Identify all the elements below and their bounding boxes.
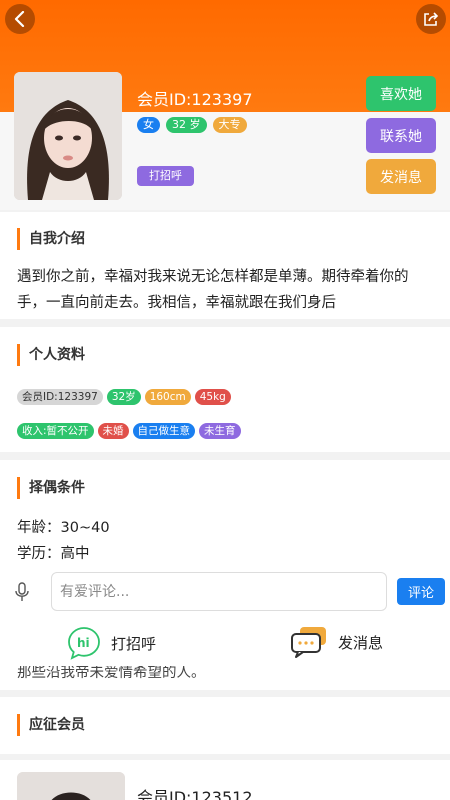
intro-title: 自我介绍: [17, 228, 85, 250]
avatar-photo: [14, 72, 122, 200]
partner-title: 择偶条件: [17, 477, 85, 499]
action-message[interactable]: 发消息: [290, 626, 383, 658]
personal-section: 个人资料 会员ID:123397 32岁 160cm 45kg 收入:暂不公开 …: [0, 327, 450, 452]
applicant-card[interactable]: 会员ID:123512: [0, 760, 450, 800]
action-greet[interactable]: hi 打招呼: [67, 626, 156, 660]
applicant-photo: [17, 772, 125, 800]
like-button[interactable]: 喜欢她: [366, 76, 436, 111]
share-icon: [424, 12, 439, 26]
avatar[interactable]: [14, 72, 122, 200]
comment-bar: 评论: [0, 566, 450, 618]
gender-tag: 女: [137, 117, 160, 133]
children-tag: 未生育: [199, 423, 241, 439]
occupation-tag: 自己做生意: [132, 423, 196, 439]
age-tag: 32岁: [106, 389, 141, 405]
intro-text: 遇到你之前，幸福对我来说无论怎样都是单薄。期待牵着你的手，一直向前走去。我相信，…: [17, 269, 409, 311]
hi-chat-icon: hi: [68, 627, 100, 660]
action-greet-label: 打招呼: [111, 634, 157, 653]
share-button[interactable]: [416, 4, 446, 34]
marital-tag: 未婚: [97, 423, 129, 439]
income-tag: 收入:暂不公开: [17, 423, 94, 439]
age-tag: 32 岁: [166, 117, 207, 133]
partner-age: 年龄：30~40: [17, 520, 110, 536]
education-tag: 大专: [212, 117, 247, 133]
intro-section: 自我介绍 遇到你之前，幸福对我来说无论怎样都是单薄。期待牵着你的手，一直向前走去…: [0, 212, 450, 319]
applicants-section: 应征会员: [0, 697, 450, 754]
voice-button[interactable]: [14, 582, 30, 606]
comment-input[interactable]: [51, 572, 387, 611]
member-id: 会员ID:123397: [137, 90, 253, 109]
contact-button[interactable]: 联系她: [366, 118, 436, 153]
comment-submit-button[interactable]: 评论: [397, 578, 445, 605]
back-button[interactable]: [5, 4, 35, 34]
action-bar: hi 打招呼 发消息: [0, 618, 450, 666]
profile-tags: 女 32 岁 大专: [137, 117, 247, 133]
profile-page: 会员ID:123397 女 32 岁 大专 打招呼 喜欢她 联系她 发消息 自我…: [0, 0, 450, 800]
weight-tag: 45kg: [194, 389, 231, 405]
personal-title: 个人资料: [17, 344, 85, 366]
applicant-member-id: 会员ID:123512: [137, 788, 253, 800]
personal-tags-row1: 会员ID:123397 32岁 160cm 45kg: [17, 389, 231, 405]
chevron-left-icon: [14, 11, 25, 27]
message-bubble-icon: [291, 627, 326, 658]
greet-button[interactable]: 打招呼: [137, 166, 194, 186]
member-id-tag: 会员ID:123397: [17, 389, 103, 405]
action-message-label: 发消息: [338, 633, 384, 652]
svg-text:hi: hi: [77, 636, 90, 650]
microphone-icon: [15, 582, 29, 601]
applicant-avatar[interactable]: [17, 772, 125, 800]
partner-education: 学历：高中: [17, 546, 90, 562]
message-button[interactable]: 发消息: [366, 159, 436, 194]
height-tag: 160cm: [144, 389, 191, 405]
applicants-title: 应征会员: [17, 714, 85, 736]
personal-tags-row2: 收入:暂不公开 未婚 自己做生意 未生育: [17, 423, 241, 439]
